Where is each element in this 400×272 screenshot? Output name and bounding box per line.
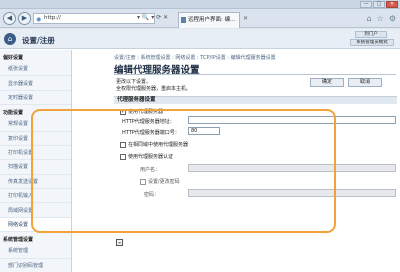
- app-title: 设置/注册: [22, 36, 55, 45]
- highlight-frame: [31, 109, 336, 233]
- browser-address-bar: ◀ ▶ ◉ http:// ▾ 🔍 ▾ ⟳ ✕ 远程用户界面: 编... ✕ ⌂…: [0, 9, 400, 28]
- globe-icon: ◉: [36, 16, 42, 23]
- minimize-button[interactable]: —: [360, 1, 372, 8]
- breadcrumb: 设置/注册 : 系统管理设置 : 网络设置 : TCP/IP设置 : 编辑代理服…: [114, 55, 276, 61]
- sidebar-item-system[interactable]: 系统管理: [0, 244, 71, 259]
- maximize-button[interactable]: □: [373, 1, 385, 8]
- window-titlebar: — □ ✕: [0, 0, 400, 9]
- gear-icon[interactable]: ⚙: [389, 14, 396, 23]
- ok-button[interactable]: 确定: [310, 78, 344, 87]
- instruction-text: 更改以下设置。: [116, 79, 152, 85]
- sidebar-item-display[interactable]: 显示器设置: [0, 76, 71, 91]
- sidebar-item-dept-id[interactable]: 部门识别码管理: [0, 259, 71, 272]
- back-button[interactable]: ◀: [3, 12, 16, 25]
- section-header: 代理服务器设置: [114, 96, 397, 104]
- url-text: http://: [44, 15, 61, 21]
- close-window-button[interactable]: ✕: [386, 1, 398, 8]
- app-header: ⌂ 设置/注册 到门户 系统管理员模式: [0, 29, 400, 49]
- title-divider: [114, 74, 396, 75]
- cancel-button[interactable]: 取消: [348, 78, 382, 87]
- url-controls[interactable]: ▾ 🔍 ▾ ⟳ ✕: [137, 14, 168, 21]
- window-controls: — □ ✕: [360, 1, 398, 8]
- sidebar-section-title: 偏好设置: [3, 55, 24, 61]
- document-icon[interactable]: ≡: [116, 239, 123, 246]
- home-icon[interactable]: ⌂: [367, 14, 372, 23]
- settings-home-icon[interactable]: ⌂: [4, 33, 16, 45]
- tab-title: 远程用户界面: 编...: [188, 17, 236, 23]
- restart-note: 全权限代理服务器，重启本主机。: [116, 86, 192, 92]
- tab-close-icon[interactable]: ✕: [243, 15, 248, 22]
- browser-tools: ⌂ ☆ ⚙: [367, 14, 396, 23]
- sidebar-section-title: 系统管理设置: [3, 237, 34, 244]
- forward-button[interactable]: ▶: [18, 12, 31, 25]
- sidebar-item-paper[interactable]: 纸张设置: [0, 62, 71, 77]
- star-icon[interactable]: ☆: [377, 14, 384, 23]
- page-icon: [181, 17, 186, 23]
- remote-ui-app: ⌂ 设置/注册 到门户 系统管理员模式 偏好设置 纸张设置 显示器设置 定时器设…: [0, 29, 400, 272]
- sidebar-item-timer[interactable]: 定时器设置: [0, 91, 71, 106]
- portal-button[interactable]: 到门户: [355, 31, 387, 38]
- browser-tab[interactable]: 远程用户界面: 编...: [178, 12, 240, 28]
- admin-mode-button[interactable]: 系统管理员模式: [350, 39, 394, 46]
